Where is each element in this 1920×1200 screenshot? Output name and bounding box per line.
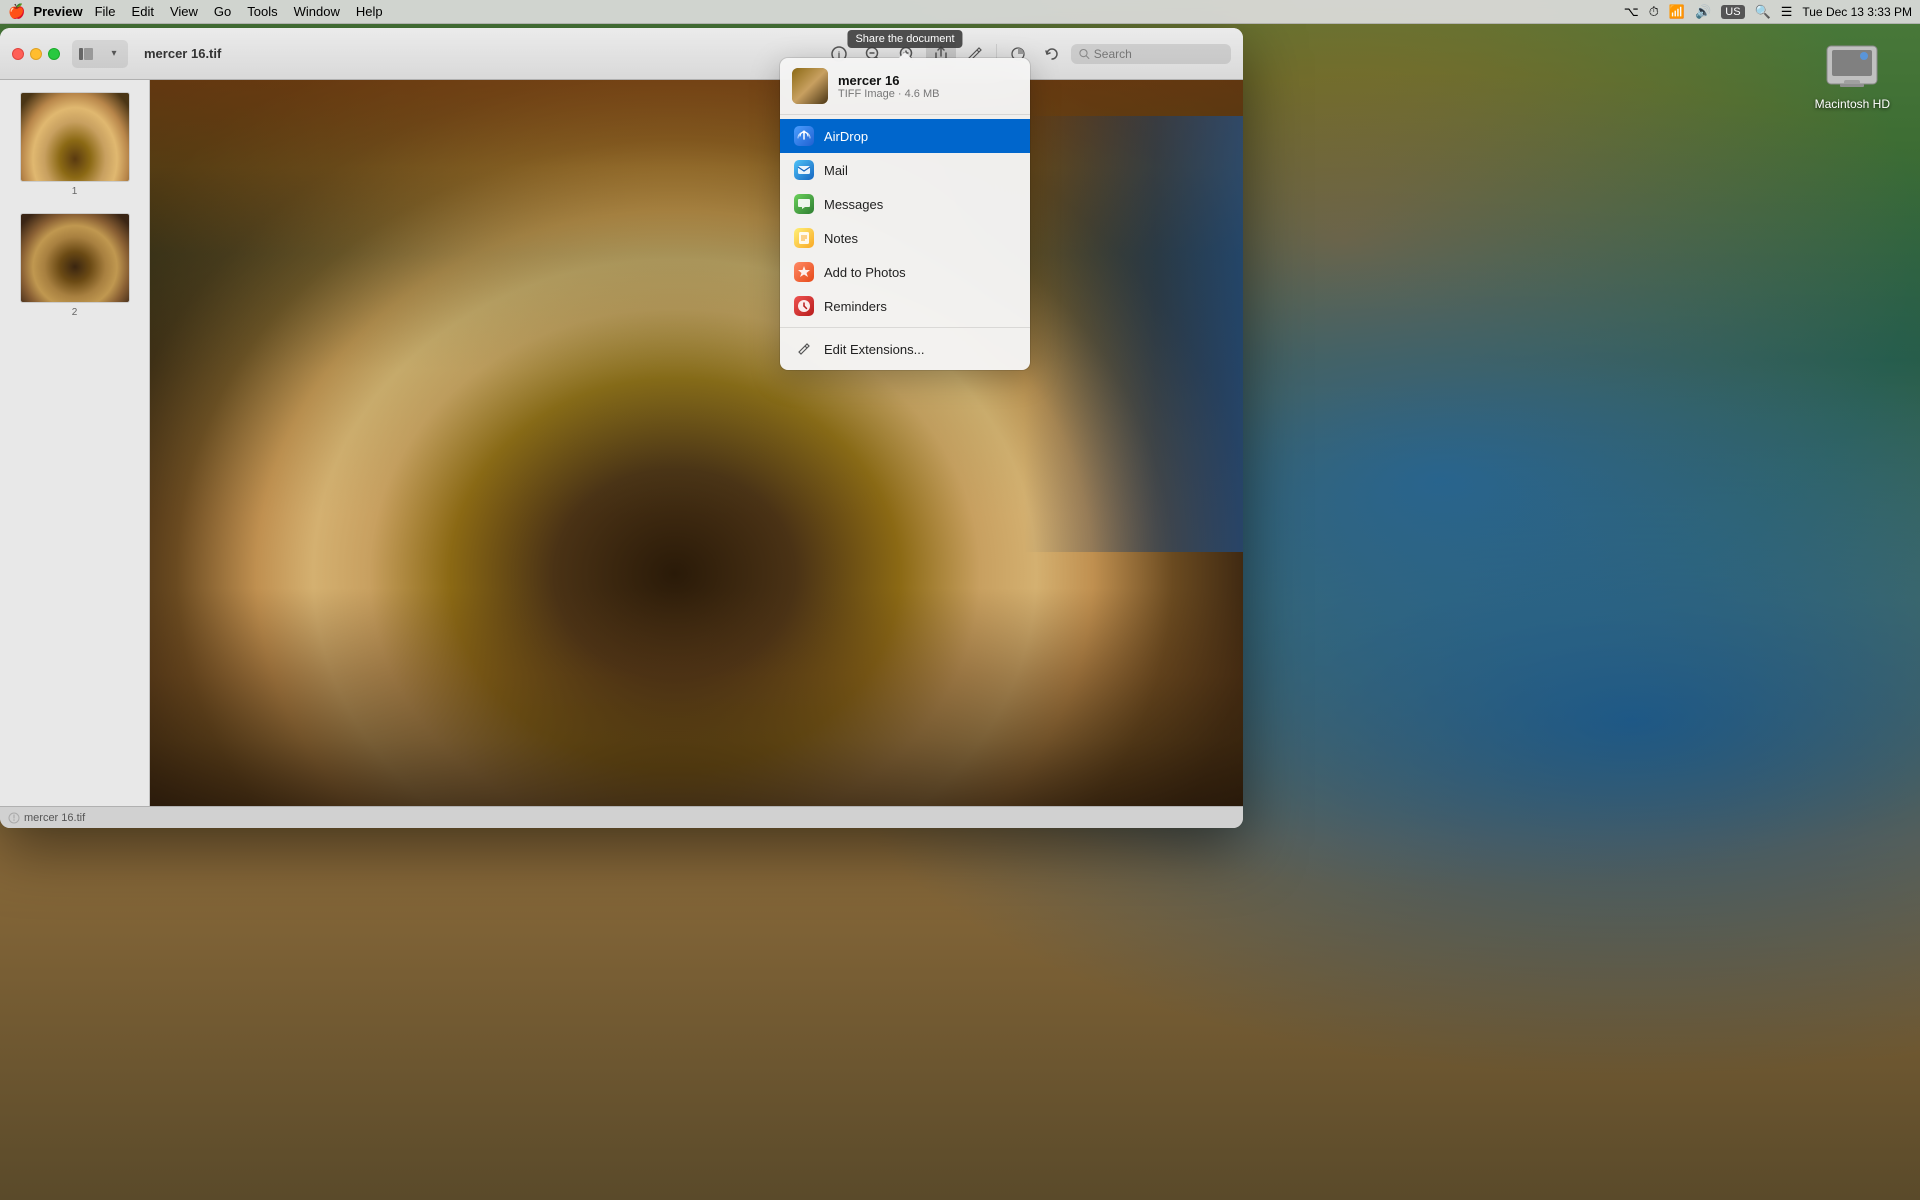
user-badge[interactable]: US [1721, 5, 1744, 19]
menu-go[interactable]: Go [214, 4, 231, 19]
share-file-name: mercer 16 [838, 73, 939, 88]
preview-window: ▾ mercer 16.tif i [0, 28, 1243, 828]
sidebar-toggle-button[interactable] [72, 40, 100, 68]
menu-window[interactable]: Window [294, 4, 340, 19]
share-file-meta: TIFF Image · 4.6 MB [838, 88, 939, 100]
notification-center-icon[interactable]: ☰ [1781, 4, 1793, 20]
photos-icon [794, 262, 814, 282]
airdrop-icon [794, 126, 814, 146]
search-box[interactable] [1071, 44, 1231, 64]
share-item-reminders[interactable]: Reminders [780, 289, 1030, 323]
edit-extensions-label: Edit Extensions... [824, 342, 924, 357]
sidebar-toggle-group: ▾ [72, 40, 128, 68]
menubar-right: ⌥ ⏱ 📶 🔊 US 🔍 ☰ Tue Dec 13 3:33 PM [1624, 4, 1912, 20]
bluetooth-icon[interactable]: ⌥ [1624, 4, 1639, 20]
edit-extensions-icon [794, 339, 814, 359]
titlebar: ▾ mercer 16.tif i [0, 28, 1243, 80]
notes-icon [794, 228, 814, 248]
menu-file[interactable]: File [95, 4, 116, 19]
thumbnail-image-1 [20, 92, 130, 182]
window-title: mercer 16.tif [144, 46, 221, 61]
thumbnail-image-2 [20, 213, 130, 303]
volume-icon[interactable]: 🔊 [1695, 4, 1711, 20]
minimize-button[interactable] [30, 48, 42, 60]
share-item-messages[interactable]: Messages [780, 187, 1030, 221]
airdrop-label: AirDrop [824, 129, 868, 144]
thumbnail-item-2[interactable]: 2 [8, 209, 141, 322]
share-file-info: mercer 16 TIFF Image · 4.6 MB [838, 73, 939, 100]
sidebar: 1 2 [0, 80, 150, 806]
thumb2-scene [21, 214, 129, 302]
close-button[interactable] [12, 48, 24, 60]
thumbnail-num-1: 1 [72, 186, 78, 197]
share-dropdown: Share the document mercer 16 TIFF Image … [780, 58, 1030, 370]
main-content[interactable] [150, 80, 1243, 806]
rotate-left-button[interactable] [1037, 39, 1067, 69]
stump-image [150, 80, 1243, 806]
share-tooltip: Share the document [847, 30, 962, 48]
search-input[interactable] [1094, 47, 1223, 61]
search-icon [1079, 48, 1090, 60]
window-body: 1 2 [0, 80, 1243, 806]
app-name[interactable]: Preview [33, 4, 82, 19]
notes-label: Notes [824, 231, 858, 246]
share-item-mail[interactable]: Mail [780, 153, 1030, 187]
share-item-airdrop[interactable]: AirDrop [780, 119, 1030, 153]
menu-edit[interactable]: Edit [132, 4, 154, 19]
photos-label: Add to Photos [824, 265, 906, 280]
share-item-notes[interactable]: Notes [780, 221, 1030, 255]
view-toggle-button[interactable]: ▾ [100, 40, 128, 68]
menu-separator [780, 327, 1030, 328]
messages-label: Messages [824, 197, 883, 212]
thumb1-scene [21, 93, 129, 181]
messages-icon [794, 194, 814, 214]
statusbar: mercer 16.tif [0, 806, 1243, 828]
share-file-icon [792, 68, 828, 104]
reminders-icon [794, 296, 814, 316]
macintosh-hd-icon[interactable]: Macintosh HD [1815, 35, 1890, 111]
maximize-button[interactable] [48, 48, 60, 60]
share-header: mercer 16 TIFF Image · 4.6 MB [780, 58, 1030, 115]
thumbnail-item-1[interactable]: 1 [8, 88, 141, 201]
share-menu-list: AirDrop Mail Messages [780, 115, 1030, 370]
date-time: Tue Dec 13 3:33 PM [1802, 5, 1912, 19]
share-item-photos[interactable]: Add to Photos [780, 255, 1030, 289]
apple-menu[interactable]: 🍎 [8, 3, 25, 20]
menu-help[interactable]: Help [356, 4, 383, 19]
mail-icon [794, 160, 814, 180]
spotlight-icon[interactable]: 🔍 [1755, 4, 1771, 20]
traffic-lights [12, 48, 60, 60]
macintosh-hd-label: Macintosh HD [1815, 97, 1890, 111]
ground-overlay [150, 588, 1243, 806]
wifi-icon[interactable]: 📶 [1669, 4, 1685, 20]
statusbar-icon [8, 812, 20, 824]
time-machine-icon[interactable]: ⏱ [1649, 4, 1659, 20]
share-file-thumb [792, 68, 828, 104]
statusbar-filename: mercer 16.tif [24, 812, 85, 824]
edit-extensions-item[interactable]: Edit Extensions... [780, 332, 1030, 366]
water-overlay [1024, 116, 1243, 552]
mail-label: Mail [824, 163, 848, 178]
thumbnail-num-2: 2 [72, 307, 78, 318]
menubar: 🍎 Preview File Edit View Go Tools Window… [0, 0, 1920, 24]
reminders-label: Reminders [824, 299, 887, 314]
menu-tools[interactable]: Tools [247, 4, 277, 19]
macintosh-hd-disk-icon [1817, 35, 1887, 95]
menu-view[interactable]: View [170, 4, 198, 19]
